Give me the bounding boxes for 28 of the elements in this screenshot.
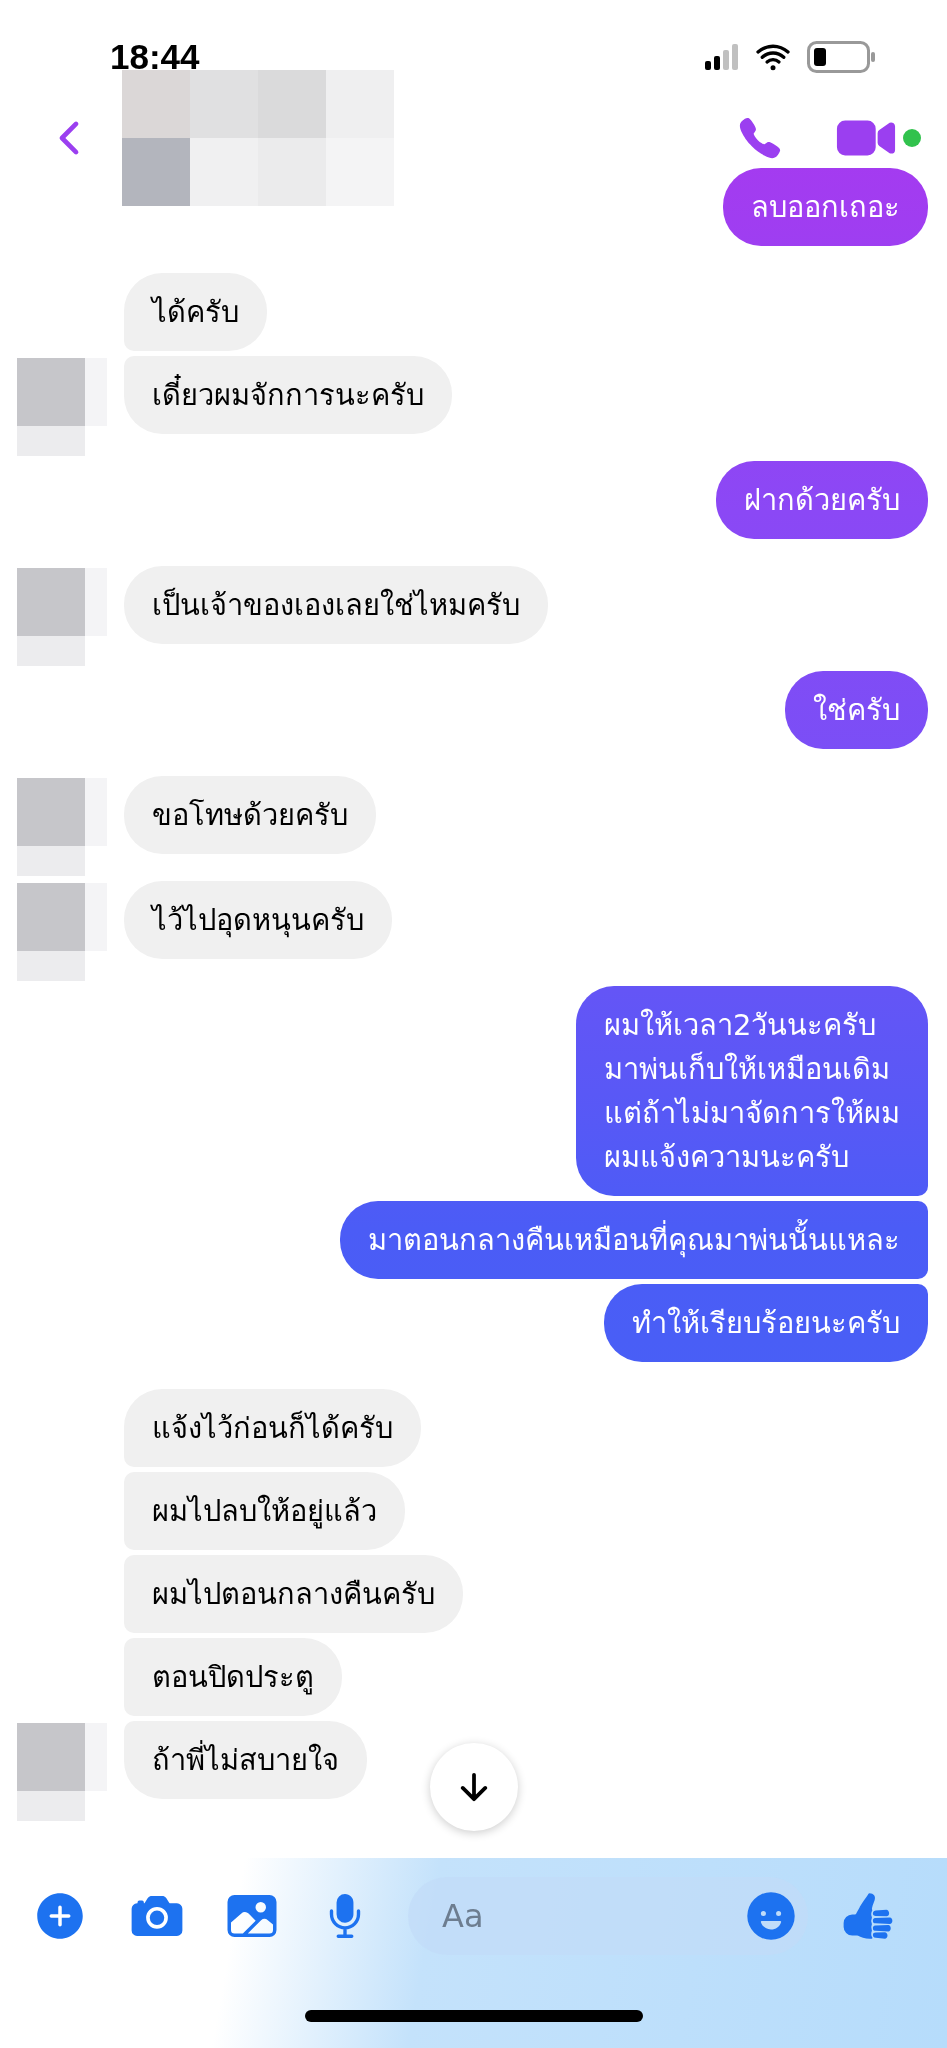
sent-message: มาตอนกลางคืนเหมือนที่คุณมาพ่นนั้นแหละ — [340, 1201, 928, 1279]
received-message: เป็นเจ้าของเองเลยใช่ไหมครับ — [124, 566, 548, 644]
received-message: ตอนปิดประตู — [124, 1638, 342, 1716]
received-message: ขอโทษด้วยครับ — [124, 776, 376, 854]
message-field[interactable]: Aa — [408, 1877, 808, 1955]
received-message: ได้ครับ — [124, 273, 267, 351]
sent-message: ใช่ครับ — [785, 671, 928, 749]
status-time: 18:44 — [110, 35, 200, 78]
sent-message: ฝากด้วยครับ — [716, 461, 928, 539]
received-message: ถ้าพี่ไม่สบายใจ — [124, 1721, 367, 1799]
smiley-icon — [744, 1889, 798, 1943]
phone-icon — [737, 115, 783, 161]
received-message: เดี๋ยวผมจักการนะครับ — [124, 356, 452, 434]
message-input-field[interactable]: Aa — [442, 1892, 744, 1940]
signal-icon — [705, 44, 739, 70]
call-button[interactable] — [737, 115, 783, 161]
scroll-down-button[interactable] — [430, 1743, 518, 1831]
received-message: ผมไปตอนกลางคืนครับ — [124, 1555, 463, 1633]
emoji-button[interactable] — [744, 1889, 798, 1943]
battery-icon — [807, 41, 875, 73]
sent-message: ลบออกเถอะ — [723, 168, 928, 246]
like-button[interactable] — [842, 1890, 894, 1942]
received-message: ผมไปลบให้อยู่แล้ว — [124, 1472, 405, 1550]
sent-message: ทำให้เรียบร้อยนะครับ — [604, 1284, 928, 1362]
received-message: ไว้ไปอุดหนุนครับ — [124, 881, 392, 959]
received-message: แจ้งไว้ก่อนก็ได้ครับ — [124, 1389, 421, 1467]
sent-message: ผมให้เวลา2วันนะครับ มาพ่นเก็บให้เหมือนเดิม แต่ถ้าไม่มาจัดการให้ผม ผมแจ้งความนะครับ — [576, 986, 928, 1196]
thumbs-up-icon — [842, 1890, 894, 1942]
